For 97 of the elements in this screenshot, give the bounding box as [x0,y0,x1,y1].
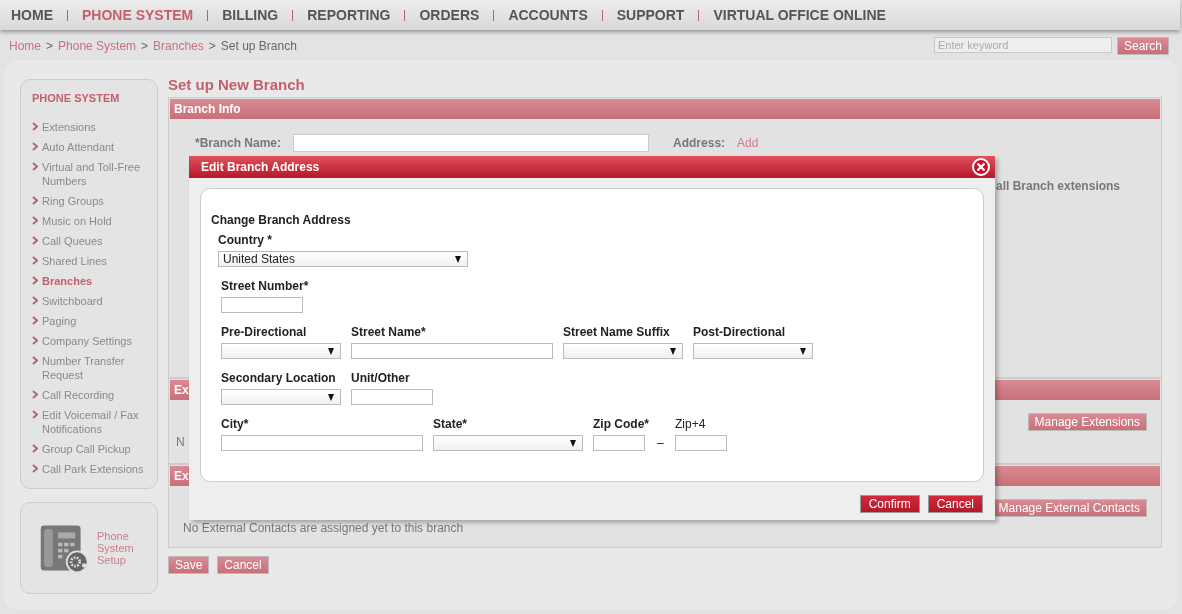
sidebar-link[interactable]: Music on Hold [42,214,112,228]
sidebar-link[interactable]: Call Queues [42,234,103,248]
chevron-icon [32,410,38,419]
search-button[interactable]: Search [1116,37,1169,55]
sidebar-link[interactable]: Ring Groups [42,194,104,208]
modal-button[interactable]: Cancel [927,495,983,513]
caret-icon [800,347,806,355]
chevron-icon [32,336,38,345]
breadcrumb-link[interactable]: Home [9,39,41,53]
input-field[interactable] [221,297,303,313]
select-field[interactable] [693,343,813,359]
section-text: N [176,435,185,449]
search-field[interactable]: Enter keyword [933,37,1112,53]
sidebar-link[interactable]: Extensions [42,120,96,134]
chevron-icon [32,236,38,245]
branch-name-field[interactable] [293,134,650,152]
field-label: City* [221,417,250,431]
close-icon[interactable] [972,158,990,176]
chevron-icon [32,276,38,285]
sidebar-link[interactable]: Paging [42,314,77,328]
caret-icon [328,347,334,355]
section-header: Branch Info [170,99,1160,119]
chevron-icon [32,390,38,399]
chevron-icon [32,196,38,205]
select-field[interactable] [433,435,583,451]
input-field[interactable] [221,435,423,451]
chevron-icon [32,162,38,171]
nav-link[interactable]: HOME [11,7,53,23]
nav-link[interactable]: ORDERS [419,7,480,23]
field-label: Country * [218,233,273,247]
input-field[interactable] [593,435,645,451]
modal-title: Edit Branch Address [201,160,320,174]
breadcrumb-current: Set up Branch [220,39,297,53]
sidebar-title: PHONE SYSTEM [32,92,121,104]
chevron-icon [32,444,38,453]
caret-icon [455,255,461,263]
sidebar-link[interactable]: Call Recording [42,388,115,402]
sidebar-link[interactable]: Group Call Pickup [42,442,131,456]
field-label: Address: [673,136,726,150]
chevron-icon [32,142,38,151]
nav-link[interactable]: BILLING [222,7,279,23]
field-label: Zip+4 [675,417,707,431]
nav-link[interactable]: VIRTUAL OFFICE ONLINE [713,7,886,23]
page-button[interactable]: Save [168,556,210,574]
select-field[interactable] [221,389,341,405]
nav-link[interactable]: REPORTING [307,7,391,23]
chevron-icon [32,316,38,325]
chevron-icon [32,356,38,365]
note-text: all Branch extensions [995,179,1122,193]
sidebar-link[interactable]: Call Park Extensions [42,462,144,476]
sidebar-link[interactable]: Edit Voicemail / Fax Notifications [42,408,151,436]
chevron-icon [32,464,38,473]
sidebar-link[interactable]: Number Transfer Request [42,354,151,382]
field-label: *Branch Name: [195,136,282,150]
section-text: No External Contacts are assigned yet to this branch [183,521,464,535]
sidebar-link[interactable]: Auto Attendant [42,140,115,154]
caret-icon [570,439,576,447]
breadcrumb-link[interactable]: Phone System [58,39,137,53]
sidebar-link[interactable]: Virtual and Toll-Free Numbers [42,160,151,188]
breadcrumb-separator: > [46,39,54,53]
field-label: State* [433,417,468,431]
chevron-icon [32,216,38,225]
form-heading: Change Branch Address [210,213,352,227]
input-field[interactable] [351,389,433,405]
chevron-icon [32,256,38,265]
manage-extensions-button[interactable]: Manage Extensions [1027,413,1147,431]
field-label: Post-Directional [693,325,786,339]
field-label: Zip Code* [593,417,650,431]
select-field[interactable] [221,343,341,359]
setup-link[interactable]: Phone System Setup [97,530,137,566]
nav-link[interactable]: SUPPORT [616,7,685,23]
field-label: Street Number* [221,279,310,293]
chevron-icon [32,122,38,131]
sidebar-link[interactable]: Shared Lines [42,254,107,268]
select-field[interactable] [563,343,683,359]
input-field[interactable] [675,435,727,451]
page-button[interactable]: Cancel [217,556,269,574]
caret-icon [328,393,334,401]
field-label: Street Name* [351,325,427,339]
nav-link[interactable]: PHONE SYSTEM [82,7,194,23]
field-label: Pre-Directional [221,325,308,339]
select-field[interactable]: United States [218,251,468,267]
zip-separator: – [657,436,664,450]
chevron-icon [32,296,38,305]
field-label: Street Name Suffix [563,325,671,339]
breadcrumb-separator: > [208,39,216,53]
modal-button[interactable]: Confirm [859,495,920,513]
nav-link[interactable]: ACCOUNTS [508,7,588,23]
add-link[interactable]: Add [737,136,759,150]
input-field[interactable] [351,343,553,359]
sidebar-link[interactable]: Company Settings [42,334,132,348]
breadcrumb-separator: > [141,39,149,53]
caret-icon [670,347,676,355]
sidebar-link[interactable]: Branches [42,274,93,288]
sidebar-link[interactable]: Switchboard [42,294,103,308]
page-title: Set up New Branch [168,76,306,91]
breadcrumb-link[interactable]: Branches [153,39,204,53]
